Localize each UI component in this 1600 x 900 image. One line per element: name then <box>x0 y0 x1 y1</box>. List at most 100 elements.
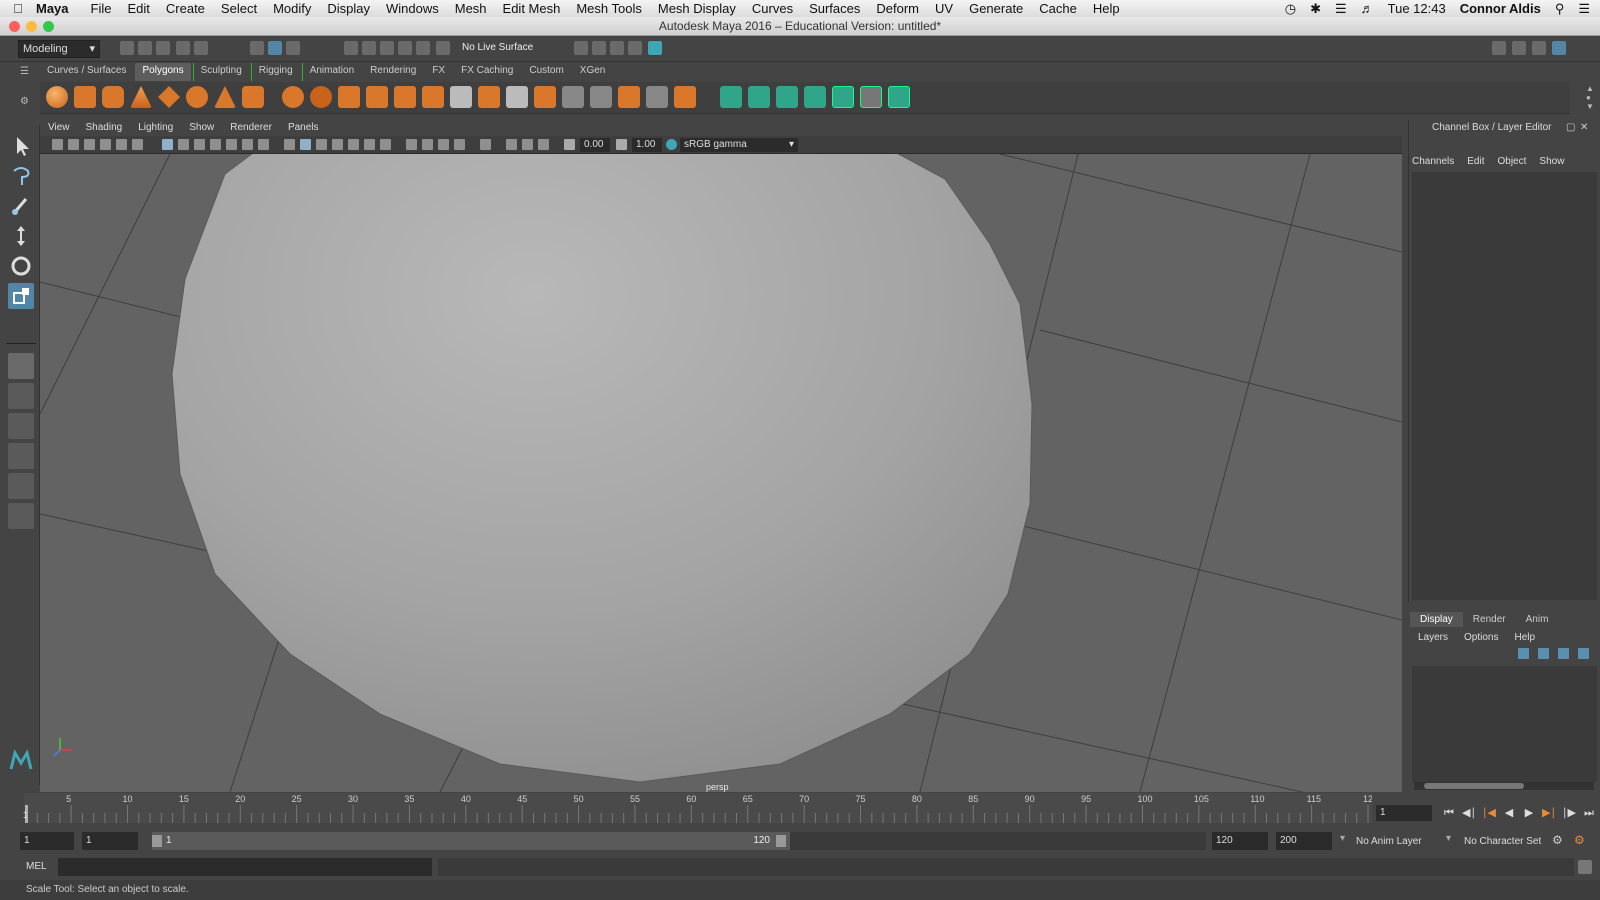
snap-curve-icon[interactable] <box>362 41 376 55</box>
grid-icon[interactable] <box>162 139 173 150</box>
combine-icon[interactable] <box>282 86 304 108</box>
tab-xgen[interactable]: XGen <box>573 63 613 81</box>
viewport-menu-view[interactable]: View <box>40 120 78 136</box>
poly-pyramid-icon[interactable] <box>214 86 236 108</box>
wifi-icon[interactable]: ☰ <box>1335 1 1347 17</box>
auto-key-icon[interactable]: ⚙ <box>1552 833 1563 847</box>
isolate-select-icon[interactable] <box>454 139 465 150</box>
go-to-end-icon[interactable]: ⏭ <box>1582 806 1596 820</box>
viewport-menu-renderer[interactable]: Renderer <box>222 120 280 136</box>
persp-outliner-layout-icon[interactable] <box>8 413 34 439</box>
menu-curves[interactable]: Curves <box>752 1 793 16</box>
poly-cylinder-icon[interactable] <box>102 86 124 108</box>
target-weld-icon[interactable] <box>478 86 500 108</box>
tab-fx-caching[interactable]: FX Caching <box>454 63 520 81</box>
volume-icon[interactable]: ♬ <box>1361 1 1374 16</box>
time-slider[interactable]: 5 10 15 20 25 30 35 40 45 50 55 60 65 70 75 80 85 90 95 100… <box>24 793 1378 823</box>
view-transform-dropdown[interactable]: sRGB gamma ▾ <box>680 138 798 152</box>
snap-grid-icon[interactable] <box>344 41 358 55</box>
tab-rigging[interactable]: Rigging <box>250 63 300 81</box>
user-name[interactable]: Connor Aldis <box>1460 1 1541 16</box>
script-language-toggle[interactable]: MEL <box>26 861 47 872</box>
minimize-window-button[interactable] <box>26 21 37 32</box>
go-to-start-icon[interactable]: ⏮ <box>1442 806 1456 820</box>
render-settings-icon[interactable] <box>610 41 624 55</box>
tab-custom[interactable]: Custom <box>522 63 570 81</box>
apple-icon[interactable]:  <box>0 1 36 16</box>
snap-view-plane-icon[interactable] <box>398 41 412 55</box>
bluetooth-icon[interactable]: ✱ <box>1310 1 1321 17</box>
menu-edit-mesh[interactable]: Edit Mesh <box>503 1 561 16</box>
menu-deform[interactable]: Deform <box>876 1 919 16</box>
safe-action-icon[interactable] <box>242 139 253 150</box>
single-perspective-layout-icon[interactable] <box>8 353 34 379</box>
gate-mask-icon[interactable] <box>210 139 221 150</box>
menu-mesh-tools[interactable]: Mesh Tools <box>576 1 642 16</box>
hypershade-icon[interactable] <box>628 41 642 55</box>
tab-render-layers[interactable]: Render <box>1463 612 1516 627</box>
poly-torus-icon[interactable] <box>186 86 208 108</box>
fill-hole-icon[interactable] <box>618 86 640 108</box>
grease-pencil-icon[interactable] <box>132 139 143 150</box>
poly-sphere-icon[interactable] <box>46 86 68 108</box>
channel-box-menu-show[interactable]: Show <box>1539 156 1564 167</box>
xray-icon[interactable] <box>480 139 491 150</box>
menu-display[interactable]: Display <box>327 1 370 16</box>
scrollbar-thumb[interactable] <box>1424 783 1524 789</box>
animation-preferences-icon[interactable]: ⚙ <box>1574 833 1585 847</box>
snap-surface-icon[interactable] <box>436 41 450 55</box>
shelf-menu-icon[interactable]: ☰ <box>20 66 30 77</box>
multi-cut-icon[interactable] <box>450 86 472 108</box>
move-layer-up-icon[interactable] <box>1518 648 1529 659</box>
smooth-shade-icon[interactable] <box>300 139 311 150</box>
uv-spherical-icon[interactable] <box>776 86 798 108</box>
bridge-icon[interactable] <box>394 86 416 108</box>
channel-box-toggle-icon[interactable] <box>1552 41 1566 55</box>
bookmark-icon[interactable] <box>84 139 95 150</box>
image-plane-icon[interactable] <box>100 139 111 150</box>
tab-polygons[interactable]: Polygons <box>135 63 191 81</box>
ipr-render-icon[interactable] <box>592 41 606 55</box>
exposure-field[interactable]: 0.00 <box>580 138 610 152</box>
field-chart-icon[interactable] <box>226 139 237 150</box>
animation-start-field[interactable]: 1 <box>20 832 74 850</box>
xray-joints-icon[interactable] <box>522 139 533 150</box>
film-gate-icon[interactable] <box>178 139 189 150</box>
offset-edge-loop-icon[interactable] <box>590 86 612 108</box>
layer-horizontal-scrollbar[interactable] <box>1414 782 1594 790</box>
use-all-lights-icon[interactable] <box>348 139 359 150</box>
paint-select-tool-icon[interactable] <box>8 193 34 219</box>
current-frame-field[interactable]: 1 <box>1376 805 1432 821</box>
xray-active-components-icon[interactable] <box>506 139 517 150</box>
notification-center-icon[interactable]: ☰ <box>1578 1 1590 17</box>
range-slider-track-empty[interactable] <box>790 832 1206 850</box>
perspective-viewport[interactable] <box>40 154 1402 792</box>
menu-set-dropdown[interactable]: Modeling ▾ <box>18 40 100 58</box>
playback-start-field[interactable]: 1 <box>82 832 138 850</box>
menu-file[interactable]: File <box>91 1 112 16</box>
smooth-icon[interactable] <box>338 86 360 108</box>
edge-loop-icon[interactable] <box>506 86 528 108</box>
motion-blur-icon[interactable] <box>406 139 417 150</box>
chevron-down-icon[interactable]: ▾ <box>1446 833 1451 844</box>
four-view-layout-icon[interactable] <box>8 383 34 409</box>
viewport-menu-show[interactable]: Show <box>181 120 222 136</box>
uv-cylindrical-icon[interactable] <box>748 86 770 108</box>
undo-icon[interactable] <box>176 41 190 55</box>
extrude-icon[interactable] <box>366 86 388 108</box>
textured-icon[interactable] <box>332 139 343 150</box>
insert-edge-loop-icon[interactable] <box>562 86 584 108</box>
spotlight-search-icon[interactable]: ⚲ <box>1555 1 1565 17</box>
resolution-gate-icon[interactable] <box>194 139 205 150</box>
save-scene-icon[interactable] <box>156 41 170 55</box>
layer-menu-layers[interactable]: Layers <box>1418 632 1448 643</box>
chevron-down-icon[interactable]: ▾ <box>1340 833 1345 844</box>
tool-settings-icon[interactable] <box>1532 41 1546 55</box>
channel-box-menu-channels[interactable]: Channels <box>1412 156 1454 167</box>
layer-menu-options[interactable]: Options <box>1464 632 1498 643</box>
viewport-menu-panels[interactable]: Panels <box>280 120 327 136</box>
polygon-sphere[interactable] <box>171 154 1033 783</box>
close-panel-icon[interactable]: ✕ <box>1580 122 1588 133</box>
lasso-tool-icon[interactable] <box>8 163 34 189</box>
tab-curves-surfaces[interactable]: Curves / Surfaces <box>40 63 133 81</box>
